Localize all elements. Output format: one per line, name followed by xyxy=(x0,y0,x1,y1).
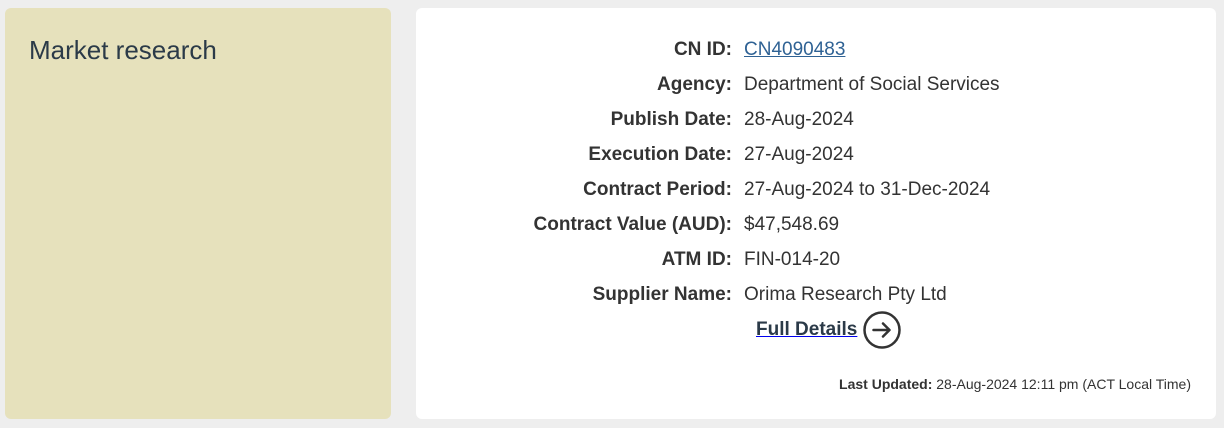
atm-id-label: ATM ID: xyxy=(661,248,732,270)
supplier-name-label: Supplier Name: xyxy=(592,283,732,305)
agency-label: Agency: xyxy=(657,73,732,95)
row-contract-period: Contract Period: 27-Aug-2024 to 31-Dec-2… xyxy=(416,172,1216,207)
execution-date-label: Execution Date: xyxy=(588,143,732,165)
row-cn-id: CN ID: CN4090483 xyxy=(416,32,1216,67)
row-publish-date: Publish Date: 28-Aug-2024 xyxy=(416,102,1216,137)
category-panel: Market research xyxy=(5,8,391,419)
category-title: Market research xyxy=(29,35,217,65)
cn-id-link[interactable]: CN4090483 xyxy=(744,39,845,60)
full-details-label: Full Details xyxy=(756,319,858,340)
last-updated-label: Last Updated: xyxy=(839,376,933,392)
cn-id-label: CN ID: xyxy=(673,38,732,60)
last-updated: Last Updated: 28-Aug-2024 12:11 pm (ACT … xyxy=(839,376,1191,392)
atm-id-value: FIN-014-20 xyxy=(744,248,841,270)
last-updated-value: 28-Aug-2024 12:11 pm (ACT Local Time) xyxy=(936,376,1191,392)
execution-date-value: 27-Aug-2024 xyxy=(744,143,854,165)
contract-period-value: 27-Aug-2024 to 31-Dec-2024 xyxy=(744,178,991,200)
publish-date-label: Publish Date: xyxy=(610,108,732,130)
arrow-right-circle-icon xyxy=(863,311,902,349)
row-agency: Agency: Department of Social Services xyxy=(416,67,1216,102)
details-list: CN ID: CN4090483 Agency: Department of S… xyxy=(416,32,1216,312)
cn-id-value: CN4090483 xyxy=(744,39,845,61)
publish-date-value: 28-Aug-2024 xyxy=(744,108,854,130)
row-supplier-name: Supplier Name: Orima Research Pty Ltd xyxy=(416,277,1216,312)
row-execution-date: Execution Date: 27-Aug-2024 xyxy=(416,137,1216,172)
agency-value: Department of Social Services xyxy=(744,73,1000,95)
full-details-link[interactable]: Full Details xyxy=(756,311,902,349)
contract-value-value: $47,548.69 xyxy=(744,213,840,235)
page: Market research CN ID: CN4090483 Agency:… xyxy=(0,0,1224,428)
contract-value-label: Contract Value (AUD): xyxy=(533,213,732,235)
supplier-name-value: Orima Research Pty Ltd xyxy=(744,283,947,305)
contract-period-label: Contract Period: xyxy=(583,178,732,200)
row-contract-value: Contract Value (AUD): $47,548.69 xyxy=(416,207,1216,242)
contract-details-panel: CN ID: CN4090483 Agency: Department of S… xyxy=(416,8,1216,419)
row-atm-id: ATM ID: FIN-014-20 xyxy=(416,242,1216,277)
